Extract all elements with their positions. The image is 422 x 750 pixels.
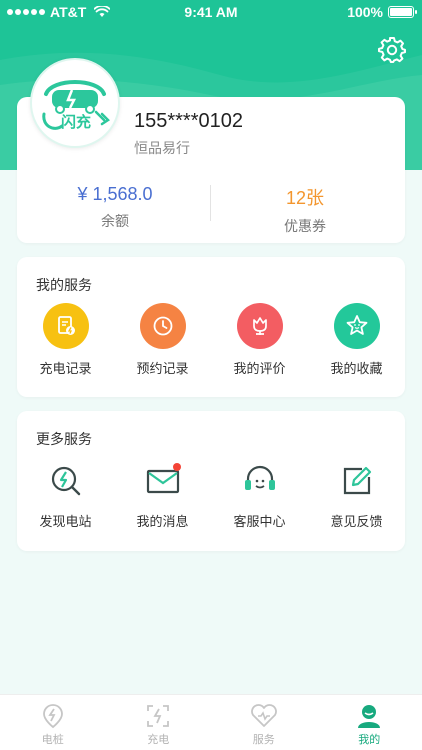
customer-service-item[interactable]: 客服中心 [211, 457, 308, 530]
my-favorite-item[interactable]: 我的收藏 [308, 303, 405, 377]
charge-record-icon [42, 303, 89, 349]
service-heart-icon [250, 704, 277, 727]
status-right: 100% [347, 4, 417, 20]
review-flower-icon [236, 303, 283, 349]
battery-icon [388, 6, 417, 18]
my-favorite-label: 我的收藏 [330, 361, 383, 376]
status-bar: AT&T 9:41 AM 100% [0, 0, 422, 24]
favorite-star-icon [333, 303, 380, 349]
my-services-title: 我的服务 [36, 277, 92, 293]
discover-station-icon [46, 461, 86, 501]
discover-station-label: 发现电站 [39, 514, 92, 529]
user-company: 恒品易行 [134, 140, 190, 156]
tab-service-label: 服务 [252, 734, 275, 746]
reservation-record-item[interactable]: 预约记录 [114, 303, 211, 377]
discover-station-item[interactable]: 发现电站 [17, 457, 114, 530]
my-messages-label: 我的消息 [136, 514, 189, 529]
tab-profile-label: 我的 [358, 734, 381, 746]
coupon-value: 12张 [285, 188, 325, 208]
feedback-label: 意见反馈 [330, 514, 383, 529]
coupon-label: 优惠券 [284, 218, 326, 234]
message-envelope-icon [143, 461, 183, 501]
my-review-item[interactable]: 我的评价 [211, 303, 308, 377]
notification-dot [172, 463, 181, 471]
tab-charge[interactable]: 充电 [106, 695, 212, 750]
gear-icon [378, 37, 406, 63]
tab-charging-pile[interactable]: 电桩 [0, 695, 106, 750]
scan-charge-icon [147, 705, 170, 727]
charge-record-label: 充电记录 [39, 361, 92, 376]
tab-service[interactable]: 服务 [211, 695, 317, 750]
reservation-clock-icon [139, 303, 186, 349]
user-phone: 155****0102 [134, 110, 243, 132]
logo-text: 闪充 [61, 113, 91, 131]
balance-label: 余额 [101, 213, 129, 229]
my-services-card: 我的服务 充电记录 预约记录 我的评价 我的收藏 [17, 257, 405, 397]
more-services-card: 更多服务 发现电站 我的消息 客服中心 意见反馈 [17, 411, 405, 551]
profile-user-icon [358, 705, 381, 728]
tab-profile[interactable]: 我的 [317, 695, 422, 750]
battery-percent: 100% [347, 4, 383, 20]
customer-service-headset-icon [240, 461, 280, 501]
balance-value: ¥ 1,568.0 [77, 184, 153, 204]
customer-service-label: 客服中心 [233, 514, 286, 529]
avatar[interactable]: 闪充 [30, 58, 120, 148]
tab-charge-label: 充电 [147, 734, 170, 746]
balance-stat[interactable]: ¥ 1,568.0 余额 [35, 184, 195, 231]
brand-logo: 闪充 [35, 63, 115, 143]
feedback-item[interactable]: 意见反馈 [308, 457, 405, 530]
my-services-grid: 充电记录 预约记录 我的评价 我的收藏 [17, 303, 405, 377]
charging-pile-icon [42, 704, 63, 729]
reservation-record-label: 预约记录 [136, 361, 189, 376]
coupon-stat[interactable]: 12张 优惠券 [225, 184, 385, 236]
feedback-edit-icon [337, 461, 377, 501]
my-messages-item[interactable]: 我的消息 [114, 457, 211, 530]
tab-charging-pile-label: 电桩 [41, 734, 64, 746]
stat-divider [210, 185, 211, 221]
my-review-label: 我的评价 [233, 361, 286, 376]
bottom-tab-bar: 电桩 充电 服务 我的 [0, 694, 422, 750]
more-services-grid: 发现电站 我的消息 客服中心 意见反馈 [17, 457, 405, 530]
more-services-title: 更多服务 [36, 431, 92, 447]
charge-record-item[interactable]: 充电记录 [17, 303, 114, 377]
settings-button[interactable] [378, 36, 406, 64]
